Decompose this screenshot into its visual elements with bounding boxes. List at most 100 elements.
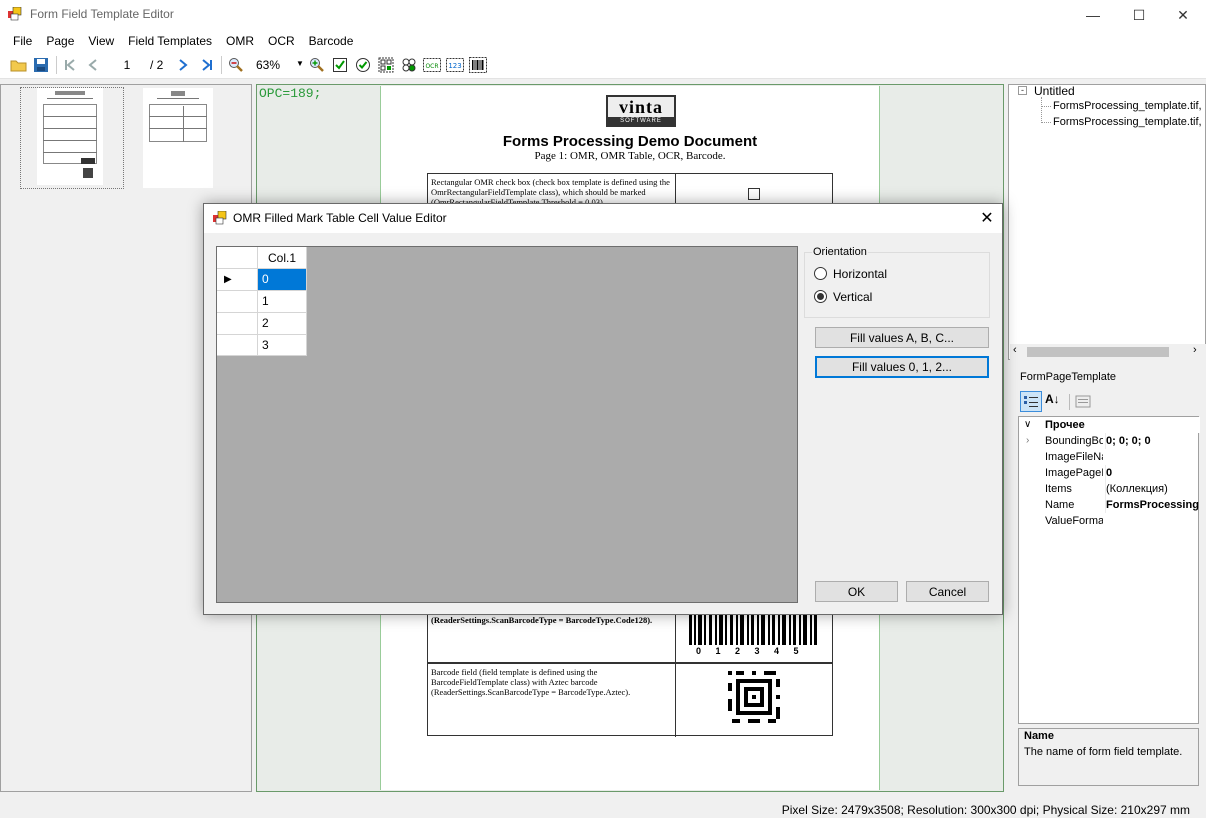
- next-page-icon[interactable]: [174, 56, 192, 74]
- grid-cell[interactable]: 3: [258, 335, 307, 356]
- column-header-col1[interactable]: Col.1: [258, 247, 307, 269]
- tree-item-page-1[interactable]: FormsProcessing_template.tif, Pa: [1053, 100, 1205, 112]
- horizontal-radio[interactable]: [814, 267, 827, 280]
- scroll-right-icon[interactable]: ›: [1193, 344, 1197, 356]
- tree-line: [1041, 106, 1051, 107]
- omr-ellipse-icon[interactable]: [354, 56, 372, 74]
- toolbar-separator: [221, 56, 222, 74]
- ocr-icon[interactable]: OCR: [423, 56, 441, 74]
- orientation-group: [804, 252, 990, 318]
- toolbar-separator: [1069, 394, 1070, 410]
- tree-item-page-2[interactable]: FormsProcessing_template.tif, Pa: [1053, 116, 1205, 128]
- property-row-valueformat[interactable]: ValueFormat: [1019, 513, 1200, 529]
- status-text: Pixel Size: 2479x3508; Resolution: 300x3…: [781, 803, 1190, 817]
- property-row-imagefilename[interactable]: ImageFileName: [1019, 449, 1200, 465]
- scrollbar-thumb[interactable]: [1027, 347, 1169, 357]
- row-header[interactable]: [217, 291, 258, 313]
- window-title: Form Field Template Editor: [30, 7, 174, 21]
- row-header[interactable]: [217, 313, 258, 335]
- property-description-title: Name: [1024, 730, 1054, 742]
- property-value[interactable]: 0: [1105, 465, 1199, 481]
- maximize-button[interactable]: ☐: [1116, 0, 1162, 30]
- property-name: ImageFileName: [1045, 451, 1103, 463]
- row-header[interactable]: ▶: [217, 269, 258, 291]
- tree-root-untitled[interactable]: Untitled: [1034, 84, 1075, 98]
- menu-file[interactable]: File: [6, 30, 39, 52]
- categorized-icon: [1024, 396, 1038, 407]
- property-row-items[interactable]: Items (Коллекция): [1019, 481, 1200, 497]
- open-folder-icon[interactable]: [10, 56, 28, 74]
- alphabetical-sort-icon[interactable]: A↓: [1045, 392, 1065, 412]
- document-subtitle: Page 1: OMR, OMR Table, OCR, Barcode.: [534, 150, 726, 162]
- dialog-title: OMR Filled Mark Table Cell Value Editor: [233, 211, 447, 225]
- omr-checkbox-icon[interactable]: [331, 56, 349, 74]
- zoom-level[interactable]: 63%: [256, 58, 280, 72]
- property-value[interactable]: FormsProcessing: [1105, 497, 1199, 513]
- menu-barcode[interactable]: Barcode: [302, 30, 361, 52]
- omr-table-icon[interactable]: [377, 56, 395, 74]
- collapse-chevron-icon[interactable]: ∨: [1024, 417, 1031, 433]
- tree-line: [1041, 122, 1051, 123]
- fill-numbers-button[interactable]: Fill values 0, 1, 2...: [815, 356, 989, 378]
- fill-letters-button[interactable]: Fill values A, B, C...: [815, 327, 989, 348]
- zoom-in-icon[interactable]: [308, 56, 326, 74]
- property-pages-icon[interactable]: [1074, 393, 1092, 411]
- page-number-input[interactable]: [108, 56, 146, 74]
- last-page-icon[interactable]: [198, 56, 216, 74]
- previous-page-icon[interactable]: [84, 56, 102, 74]
- categorized-view-button[interactable]: [1020, 391, 1042, 412]
- cell-divider: [675, 174, 676, 206]
- menu-page[interactable]: Page: [39, 30, 81, 52]
- svg-text:123: 123: [448, 62, 461, 70]
- property-grid: ∨ Прочее › BoundingBox 0; 0; 0; 0 ImageF…: [1018, 416, 1200, 724]
- omr-checkbox[interactable]: [748, 188, 760, 200]
- category-row[interactable]: ∨ Прочее: [1019, 417, 1200, 433]
- close-button[interactable]: ✕: [1160, 0, 1206, 30]
- horizontal-radio-label[interactable]: Horizontal: [833, 267, 887, 281]
- menu-view[interactable]: View: [81, 30, 121, 52]
- title-bar: [0, 0, 1206, 30]
- barcode-icon[interactable]: [469, 56, 487, 74]
- page-thumbnail-2[interactable]: [143, 88, 213, 188]
- property-value[interactable]: 0; 0; 0; 0: [1105, 433, 1199, 449]
- radio-selected-dot: [817, 293, 824, 300]
- ocr-numbers-icon[interactable]: 123: [446, 56, 464, 74]
- vertical-radio-label[interactable]: Vertical: [833, 290, 872, 304]
- tree-collapse-icon[interactable]: -: [1018, 86, 1027, 95]
- property-value[interactable]: (Коллекция): [1105, 481, 1199, 497]
- code128-barcode-image: [689, 615, 817, 645]
- menu-field-templates[interactable]: Field Templates: [121, 30, 219, 52]
- menu-omr[interactable]: OMR: [219, 30, 261, 52]
- grid-corner-header[interactable]: [217, 247, 258, 269]
- properties-object-name: FormPageTemplate: [1020, 371, 1116, 383]
- zoom-out-icon[interactable]: [227, 56, 245, 74]
- cell-value-grid[interactable]: Col.1 ▶ 0 1 2 3: [216, 246, 798, 603]
- tree-line: [1041, 97, 1042, 123]
- grid-cell[interactable]: 0: [258, 269, 307, 291]
- menu-bar: File Page View Field Templates OMR OCR B…: [0, 30, 1206, 52]
- dialog-app-icon: [213, 210, 227, 225]
- property-name: Name: [1045, 499, 1075, 511]
- property-row-boundingbox[interactable]: › BoundingBox 0; 0; 0; 0: [1019, 433, 1200, 449]
- ok-button[interactable]: OK: [815, 581, 898, 602]
- omr-ellipse-table-icon[interactable]: [400, 56, 418, 74]
- zoom-dropdown-icon[interactable]: ▼: [296, 59, 304, 68]
- category-label: Прочее: [1045, 419, 1085, 431]
- grid-cell[interactable]: 1: [258, 291, 307, 313]
- grid-cell[interactable]: 2: [258, 313, 307, 335]
- property-row-imagepageindex[interactable]: ImagePageIndex 0: [1019, 465, 1200, 481]
- page-thumbnail-1[interactable]: [37, 88, 103, 185]
- first-page-icon[interactable]: [61, 56, 79, 74]
- minimize-button[interactable]: —: [1070, 0, 1116, 30]
- expand-chevron-icon[interactable]: ›: [1026, 433, 1029, 449]
- save-icon[interactable]: [32, 56, 50, 74]
- current-row-arrow-icon: ▶: [224, 274, 232, 285]
- cancel-button[interactable]: Cancel: [906, 581, 989, 602]
- vertical-radio[interactable]: [814, 290, 827, 303]
- dialog-close-icon[interactable]: ✕: [972, 205, 1002, 231]
- menu-ocr[interactable]: OCR: [261, 30, 302, 52]
- barcode1-description: (ReaderSettings.ScanBarcodeType = Barcod…: [431, 615, 653, 625]
- scroll-left-icon[interactable]: ‹: [1013, 344, 1017, 356]
- property-row-name[interactable]: Name FormsProcessing: [1019, 497, 1200, 513]
- row-header[interactable]: [217, 335, 258, 356]
